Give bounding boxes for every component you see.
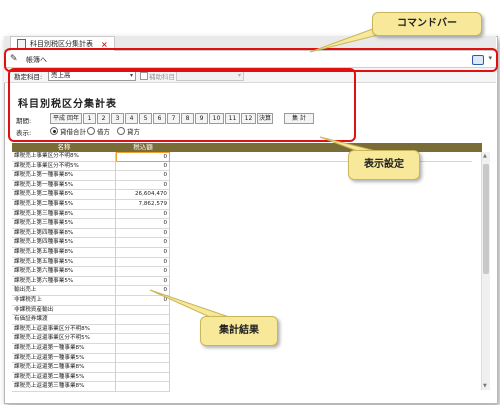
callout-command-bar: コマンドバー bbox=[372, 12, 482, 36]
callout-display-settings: 表示設定 bbox=[348, 150, 420, 180]
result-pointer bbox=[149, 289, 233, 319]
callout-result: 集計結果 bbox=[200, 316, 278, 346]
